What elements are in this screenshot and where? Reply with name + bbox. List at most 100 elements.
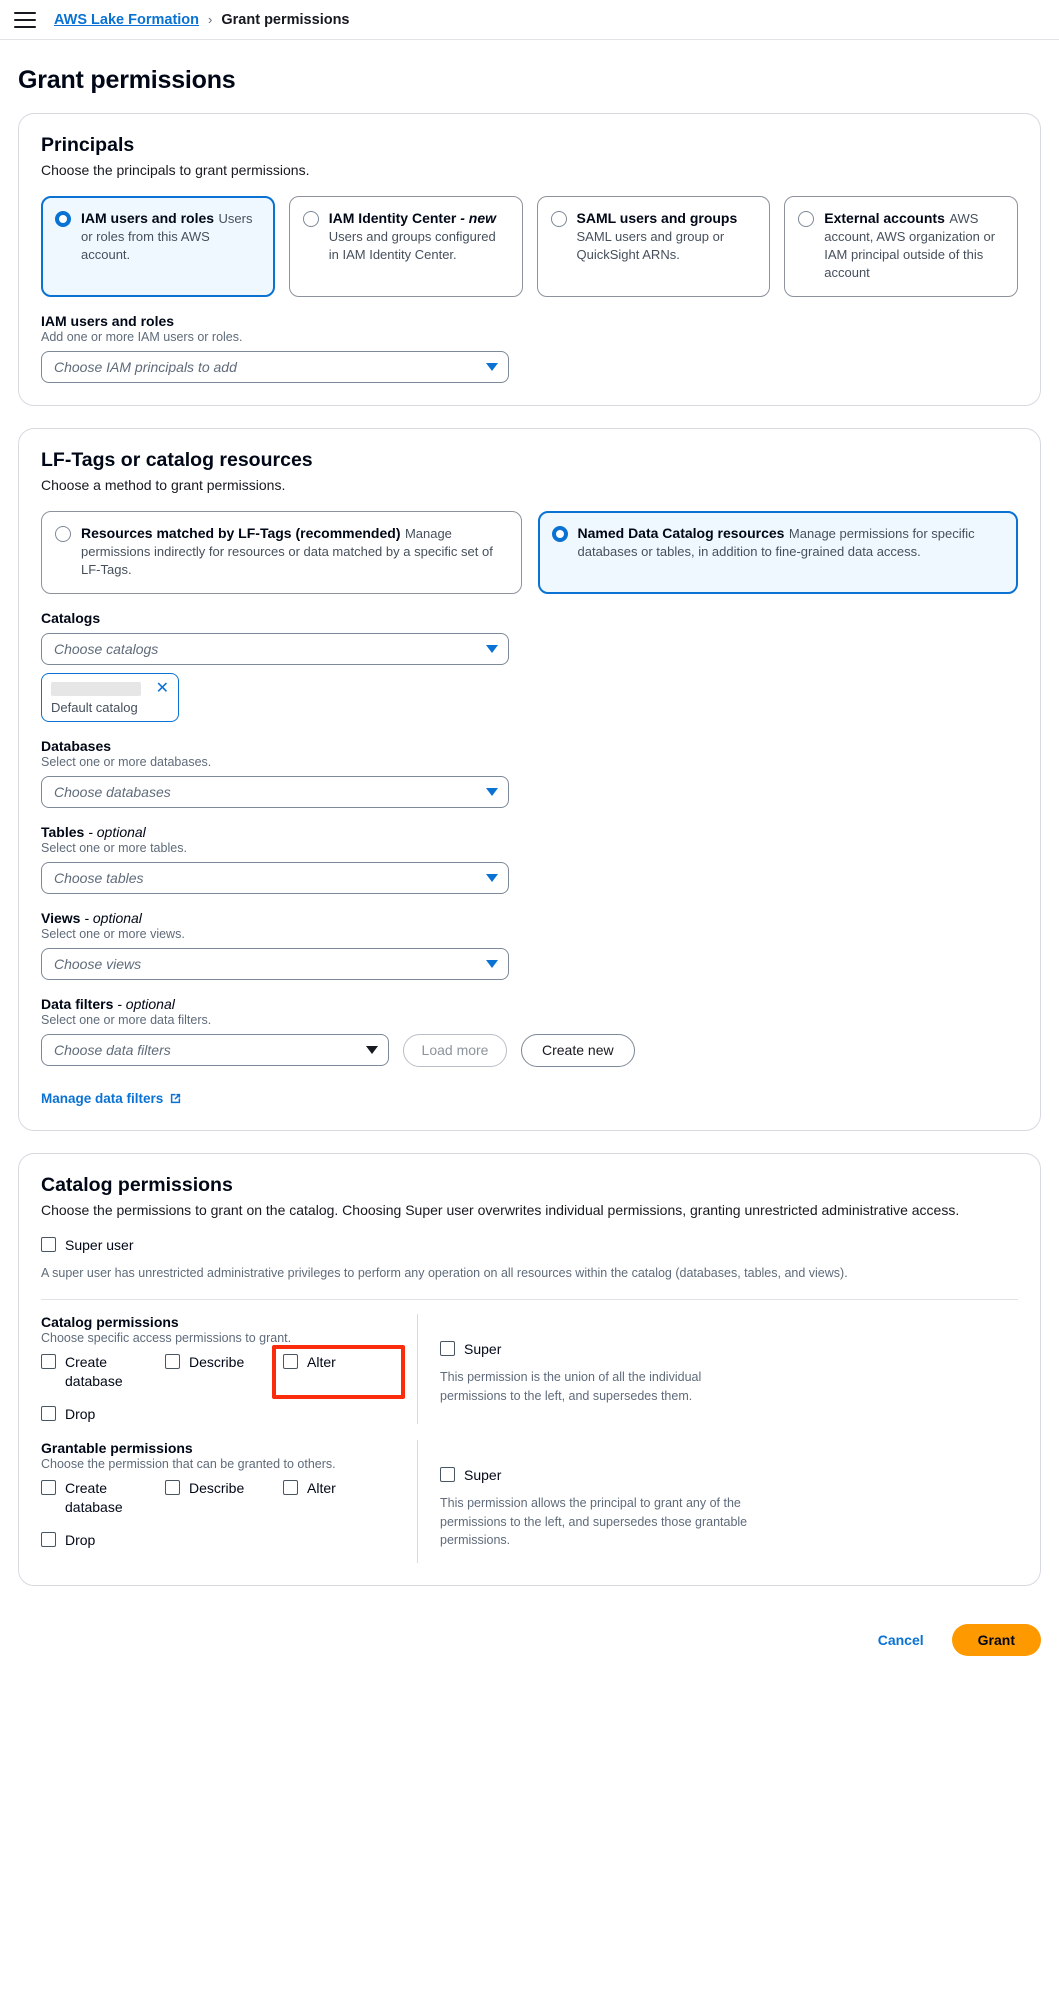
catalog-permission-super-label: Super (464, 1341, 502, 1358)
chevron-down-icon[interactable] (486, 873, 498, 882)
hamburger-menu-icon[interactable] (14, 11, 36, 28)
page-title: Grant permissions (18, 66, 236, 94)
data-filters-hint: Select one or more data filters. (41, 1012, 212, 1027)
databases-label: Databases (41, 737, 112, 754)
method-option-resources-matched-by-lf-tags[interactable]: Resources matched by LF-Tags (recommende… (41, 510, 522, 594)
close-icon[interactable]: ✕ (156, 680, 169, 697)
catalog-permission-label: Drop (65, 1405, 96, 1422)
tables-hint: Select one or more tables. (41, 840, 187, 855)
catalog-permissions-description: Choose the permissions to grant on the c… (41, 1202, 960, 1219)
data-filters-label: Data filters (41, 995, 114, 1012)
radio-icon[interactable] (302, 210, 319, 227)
grantable-permission-super[interactable]: Super (440, 1466, 1018, 1485)
iam-principals-select[interactable]: Choose IAM principals to add (41, 350, 509, 383)
load-more-button[interactable]: Load more (403, 1033, 507, 1068)
checkbox-icon[interactable] (165, 1354, 180, 1370)
principal-option-subtitle: Users and groups configured in IAM Ident… (328, 228, 496, 262)
tables-select[interactable]: Choose tables (41, 861, 509, 894)
principal-option-iam-users-and-roles[interactable]: IAM users and roles Users or roles from … (41, 195, 275, 297)
tables-optional-tag: - optional (88, 823, 146, 840)
data-filters-field: Data filters - optional Select one or mo… (41, 996, 1018, 1068)
chevron-down-icon[interactable] (486, 644, 498, 653)
catalog-permissions-heading: Catalog permissions (41, 1174, 233, 1197)
chevron-down-icon[interactable] (486, 787, 498, 796)
create-new-data-filter-button[interactable]: Create new (521, 1033, 635, 1068)
grantable-permission-label: Describe (189, 1479, 245, 1496)
principal-option-subtitle: SAML users and group or QuickSight ARNs. (576, 228, 725, 262)
catalog-permissions-subheading: Catalog permissions (41, 1314, 179, 1331)
resources-description: Choose a method to grant permissions. (41, 476, 286, 493)
page-content: Grant permissions Principals Choose the … (0, 66, 1059, 1586)
principals-description: Choose the principals to grant permissio… (41, 162, 310, 178)
radio-icon[interactable] (798, 210, 815, 227)
catalog-permission-alter-highlighted[interactable]: Alter (272, 1345, 405, 1399)
catalogs-select[interactable]: Choose catalogs (41, 632, 509, 665)
catalogs-placeholder: Choose catalogs (54, 640, 159, 657)
catalog-permission-label: Create database (65, 1354, 123, 1390)
chevron-down-icon[interactable] (366, 1045, 378, 1054)
checkbox-icon[interactable] (41, 1479, 56, 1495)
grantable-permission-drop[interactable]: Drop (41, 1531, 165, 1550)
manage-data-filters-link[interactable]: Manage data filters (41, 1091, 182, 1106)
radio-icon[interactable] (55, 525, 71, 542)
method-option-title: Named Data Catalog resources (577, 524, 785, 541)
databases-placeholder: Choose databases (54, 783, 171, 800)
resources-heading: LF-Tags or catalog resources (41, 448, 313, 471)
views-optional-tag: - optional (84, 909, 142, 926)
chevron-down-icon[interactable] (486, 362, 498, 371)
checkbox-icon[interactable] (41, 1405, 56, 1421)
principal-option-iam-identity-center[interactable]: IAM Identity Center - new Users and grou… (288, 195, 523, 297)
breadcrumb-current-page: Grant permissions (221, 11, 350, 28)
data-filters-select[interactable]: Choose data filters (41, 1033, 389, 1066)
databases-hint: Select one or more databases. (41, 754, 212, 769)
views-select[interactable]: Choose views (41, 947, 509, 980)
catalog-token-label: Default catalog (51, 699, 138, 715)
grant-method-radio-group: Resources matched by LF-Tags (recommende… (41, 510, 1018, 594)
catalog-permissions-checkbox-grid: Create database Describe Alter Drop (41, 1345, 405, 1424)
checkbox-icon[interactable] (283, 1354, 298, 1370)
radio-icon-selected[interactable] (551, 525, 568, 542)
grantable-permission-create-database[interactable]: Create database (41, 1479, 165, 1517)
checkbox-icon[interactable] (41, 1354, 56, 1370)
databases-select[interactable]: Choose databases (41, 775, 509, 808)
radio-icon[interactable] (550, 210, 567, 227)
checkbox-icon[interactable] (165, 1479, 180, 1495)
catalog-permission-label: Describe (189, 1354, 245, 1371)
catalog-permission-drop[interactable]: Drop (41, 1405, 165, 1424)
form-actions-footer: Cancel Grant (0, 1608, 1059, 1682)
grantable-permissions-subheading: Grantable permissions (41, 1439, 193, 1456)
views-placeholder: Choose views (54, 955, 142, 972)
principal-option-saml-users-and-groups[interactable]: SAML users and groups SAML users and gro… (536, 195, 771, 297)
catalog-permission-describe[interactable]: Describe (165, 1353, 283, 1391)
catalog-permission-super[interactable]: Super (440, 1340, 1018, 1359)
breadcrumb-separator-icon: › (208, 12, 213, 27)
cancel-button[interactable]: Cancel (872, 1631, 930, 1649)
checkbox-icon[interactable] (41, 1237, 56, 1253)
super-user-checkbox[interactable]: Super user (41, 1236, 1018, 1255)
radio-icon-selected[interactable] (55, 210, 71, 227)
views-label: Views (41, 909, 81, 926)
catalog-permission-label: Alter (307, 1354, 336, 1371)
catalog-permissions-subtitle: Choose specific access permissions to gr… (41, 1331, 292, 1346)
grantable-permission-describe[interactable]: Describe (165, 1479, 283, 1517)
chevron-down-icon[interactable] (486, 959, 498, 968)
grantable-permission-super-note: This permission allows the principal to … (440, 1495, 748, 1548)
grantable-permissions-checkbox-grid: Create database Describe Alter Drop (41, 1479, 405, 1550)
grantable-permission-super-label: Super (464, 1466, 502, 1483)
grantable-permission-alter[interactable]: Alter (283, 1479, 405, 1517)
catalog-permission-create-database[interactable]: Create database (41, 1353, 165, 1391)
grantable-permissions-subtitle: Choose the permission that can be grante… (41, 1456, 336, 1471)
grant-button[interactable]: Grant (951, 1623, 1041, 1656)
checkbox-icon[interactable] (440, 1341, 455, 1357)
checkbox-icon[interactable] (41, 1531, 56, 1547)
grantable-permissions-block: Grantable permissions Choose the permiss… (41, 1439, 1018, 1563)
external-link-icon (171, 1094, 181, 1104)
checkbox-icon[interactable] (440, 1466, 455, 1482)
breadcrumb-link-lake-formation[interactable]: AWS Lake Formation (54, 12, 199, 28)
method-option-named-data-catalog-resources[interactable]: Named Data Catalog resources Manage perm… (537, 510, 1018, 594)
principal-option-external-accounts[interactable]: External accounts AWS account, AWS organ… (784, 195, 1018, 297)
lf-tags-or-catalog-resources-section: LF-Tags or catalog resources Choose a me… (18, 427, 1041, 1132)
checkbox-icon[interactable] (283, 1479, 298, 1495)
tables-label: Tables (41, 823, 85, 840)
tables-field: Tables - optional Select one or more tab… (41, 824, 1018, 894)
